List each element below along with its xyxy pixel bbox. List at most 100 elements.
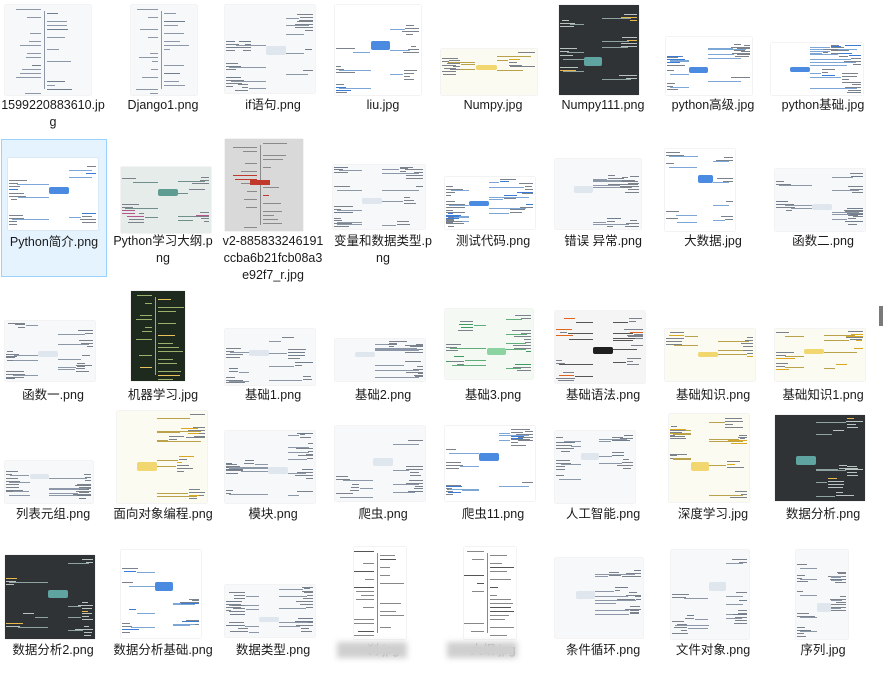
file-item[interactable]: 条件循环.png: [551, 547, 655, 684]
file-thumbnail[interactable]: [335, 426, 425, 501]
file-item[interactable]: python基础.jpg: [771, 5, 875, 139]
file-thumbnail[interactable]: [665, 329, 755, 381]
file-item[interactable]: Python学习大纲.png: [111, 139, 215, 275]
file-item[interactable]: 函数二.png: [771, 139, 875, 275]
file-item[interactable]: 测试代码.png: [441, 139, 545, 275]
file-thumbnail[interactable]: [5, 5, 91, 95]
vertical-scrollbar[interactable]: [876, 0, 885, 681]
file-item[interactable]: Numpy111.png: [551, 5, 655, 139]
file-item[interactable]: 人工智能.png: [551, 411, 655, 548]
file-thumbnail[interactable]: [8, 158, 98, 230]
thumb-text-line: [79, 498, 87, 499]
file-item[interactable]: 函数一.png: [1, 291, 105, 429]
file-item[interactable]: 基础语法.png: [551, 291, 655, 429]
file-thumbnail[interactable]: [131, 291, 185, 381]
file-thumbnail[interactable]: [225, 5, 315, 93]
file-thumbnail[interactable]: [665, 149, 735, 231]
file-item[interactable]: 基础3.png: [441, 291, 545, 429]
scrollbar-thumb[interactable]: [879, 306, 883, 326]
file-item[interactable]: 错误 异常.png: [551, 139, 655, 275]
file-thumbnail[interactable]: [669, 414, 749, 502]
file-thumbnail[interactable]: [5, 321, 95, 381]
file-thumbnail[interactable]: [775, 329, 865, 381]
file-item[interactable]: 基础2.png: [331, 291, 435, 429]
file-item[interactable]: liu.jpg: [331, 5, 435, 139]
file-thumbnail[interactable]: [555, 159, 641, 229]
file-thumbnail[interactable]: [445, 426, 535, 501]
file-thumbnail[interactable]: [445, 177, 535, 229]
thumb-text-line: [122, 626, 132, 627]
thumb-text-line: [361, 595, 374, 596]
file-item[interactable]: 爬虫.png: [331, 411, 435, 548]
file-thumbnail[interactable]: [335, 5, 421, 95]
file-thumbnail[interactable]: [121, 167, 211, 233]
file-item[interactable]: 刹.jpg: [331, 547, 435, 684]
file-item[interactable]: 基础知识1.png: [771, 291, 875, 429]
thumb-text-line: [629, 610, 639, 611]
file-item[interactable]: Numpy.jpg: [441, 5, 545, 139]
file-thumbnail[interactable]: [117, 411, 207, 503]
thumb-text-line: [526, 204, 533, 205]
file-item[interactable]: python高级.jpg: [661, 5, 765, 139]
file-thumbnail[interactable]: [555, 311, 645, 383]
thumb-text-line: [745, 340, 753, 341]
file-thumbnail[interactable]: [225, 431, 315, 503]
file-thumbnail[interactable]: [121, 550, 201, 638]
file-item[interactable]: 列表元组.png: [1, 411, 105, 548]
file-thumbnail[interactable]: [225, 329, 315, 385]
file-item[interactable]: 数据类型.png: [221, 547, 325, 684]
file-thumbnail[interactable]: [335, 339, 425, 381]
file-thumbnail[interactable]: [775, 415, 865, 501]
file-item[interactable]: 大数据.jpg: [661, 139, 765, 275]
thumb-text-line: [158, 299, 171, 300]
file-thumbnail[interactable]: [445, 309, 533, 379]
file-item[interactable]: 机器学习.jpg: [111, 291, 215, 429]
file-thumbnail[interactable]: [5, 461, 93, 503]
file-item[interactable]: 文件对象.png: [661, 547, 765, 684]
file-item[interactable]: 爬虫11.png: [441, 411, 545, 548]
thumb-text-line: [27, 53, 41, 54]
file-thumbnail[interactable]: [225, 139, 303, 231]
file-thumbnail[interactable]: [555, 558, 643, 638]
file-thumbnail[interactable]: [771, 43, 863, 95]
file-thumbnail[interactable]: [441, 49, 537, 95]
file-item[interactable]: 1599220883610.jpg: [1, 5, 105, 139]
file-thumbnail[interactable]: [225, 585, 315, 637]
file-item[interactable]: 数据分析.png: [771, 411, 875, 548]
file-item[interactable]: 变量和数据类型.png: [331, 139, 435, 275]
file-item[interactable]: 数据分析基础.png: [111, 547, 215, 684]
file-item[interactable]: 数据分析2.png: [1, 547, 105, 684]
file-item[interactable]: 基础知识.png: [661, 291, 765, 429]
file-thumbnail[interactable]: [555, 431, 635, 503]
file-item[interactable]: 模块.png: [221, 411, 325, 548]
file-item[interactable]: 深度学习.jpg: [661, 411, 765, 548]
file-item[interactable]: 面向对象编程.png: [111, 411, 215, 548]
thumb-text-line: [402, 31, 419, 32]
file-thumbnail[interactable]: [559, 5, 639, 95]
file-item[interactable]: 大纲.jpg: [441, 547, 545, 684]
thumb-text-line: [666, 338, 685, 339]
file-item[interactable]: 序列.jpg: [771, 547, 875, 684]
file-thumbnail[interactable]: [5, 555, 95, 639]
file-thumbnail[interactable]: [671, 550, 749, 639]
file-thumbnail[interactable]: [775, 169, 865, 231]
file-item[interactable]: v2-885833246191ccba6b21fcb08a3e92f7_r.jp…: [221, 139, 325, 282]
file-thumbnail[interactable]: [796, 550, 848, 639]
file-thumbnail[interactable]: [354, 547, 406, 639]
file-thumbnail[interactable]: [464, 547, 516, 639]
file-thumbnail[interactable]: [666, 37, 752, 95]
thumb-text-line: [304, 592, 313, 593]
file-item[interactable]: Django1.png: [111, 5, 215, 139]
thumb-branch: [286, 18, 299, 19]
file-item[interactable]: if语句.png: [221, 5, 325, 139]
thumb-text-line: [79, 340, 93, 341]
thumb-text-line: [406, 372, 423, 373]
file-thumbnail[interactable]: [333, 165, 425, 229]
thumb-text-line: [626, 358, 641, 359]
thumb-text-line: [556, 335, 573, 336]
thumb-text-line: [413, 369, 423, 370]
thumb-text-line: [733, 614, 747, 615]
file-thumbnail[interactable]: [131, 5, 197, 95]
file-item[interactable]: 基础1.png: [221, 291, 325, 429]
file-item[interactable]: Python简介.png: [1, 139, 107, 277]
